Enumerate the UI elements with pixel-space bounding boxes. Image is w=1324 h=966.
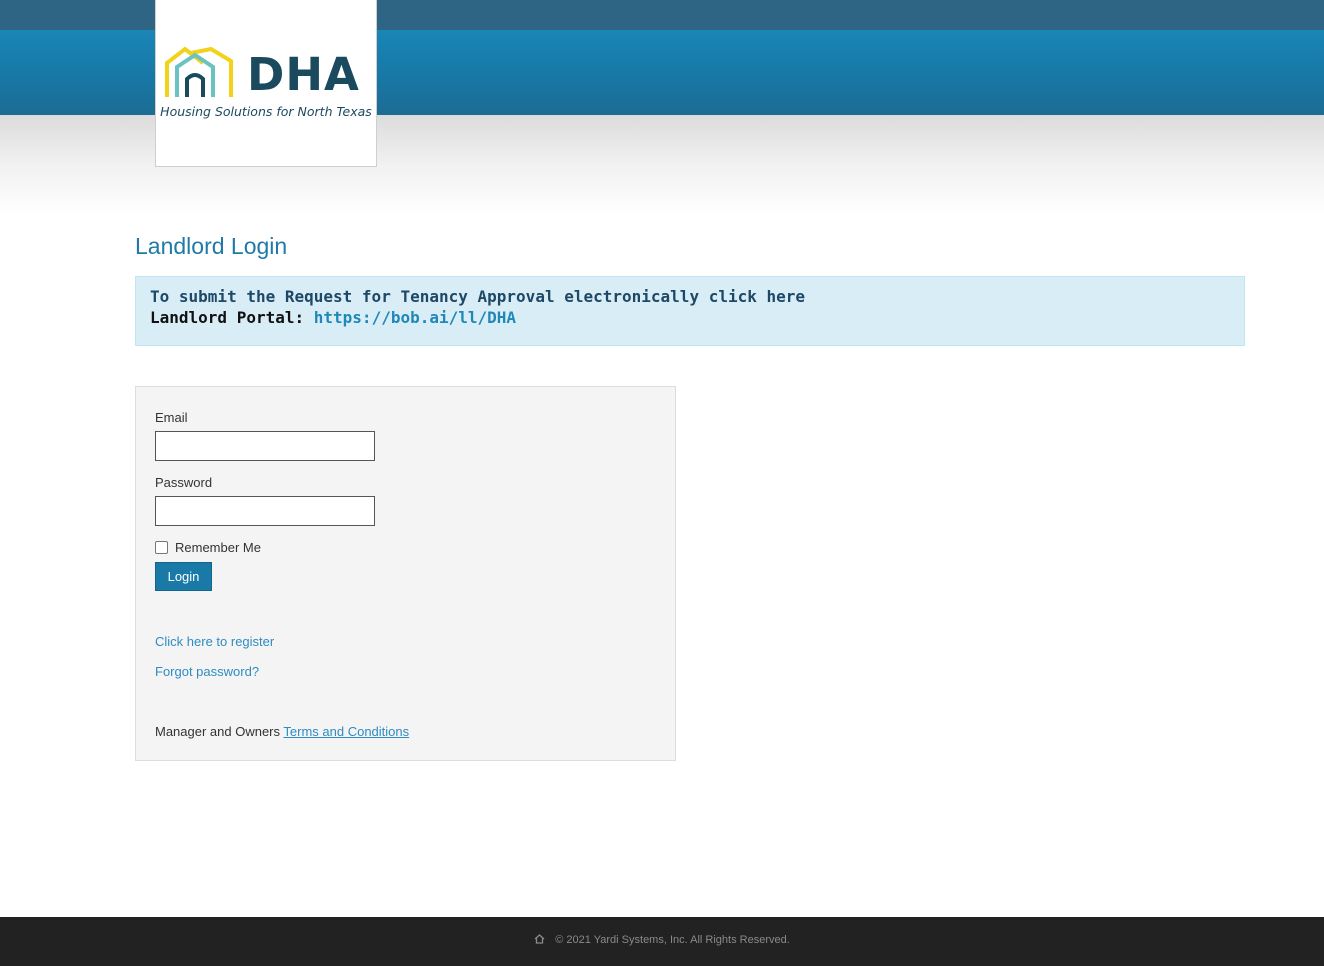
logo-wordmark: DHA [247,48,360,101]
portal-label: Landlord Portal: [150,308,305,327]
login-button[interactable]: Login [155,562,212,591]
email-input[interactable] [155,431,375,461]
remember-me-row[interactable]: Remember Me [155,539,261,555]
forgot-password-link[interactable]: Forgot password? [155,664,259,679]
footer-content: © 2021 Yardi Systems, Inc. All Rights Re… [0,934,1324,947]
logo-tagline: Housing Solutions for North Texas [160,104,372,119]
terms-link[interactable]: Terms and Conditions [283,724,409,739]
email-label: Email [155,410,188,425]
rfta-notice-text[interactable]: To submit the Request for Tenancy Approv… [150,286,1230,307]
terms-prefix: Manager and Owners [155,724,281,739]
portal-link[interactable]: https://bob.ai/ll/DHA [314,308,516,327]
register-link[interactable]: Click here to register [155,634,274,649]
info-notice: To submit the Request for Tenancy Approv… [135,276,1245,346]
copyright-text: © 2021 Yardi Systems, Inc. All Rights Re… [555,934,790,946]
remember-me-label[interactable]: Remember Me [175,540,261,555]
footer: © 2021 Yardi Systems, Inc. All Rights Re… [0,917,1324,966]
portal-line: Landlord Portal: https://bob.ai/ll/DHA [150,307,1230,328]
page-title: Landlord Login [135,233,288,259]
house-logo-icon [165,46,233,97]
password-input[interactable] [155,496,375,526]
login-panel: Email Password Remember Me Login Click h… [135,386,676,761]
dha-logo[interactable]: DHA Housing Solutions for North Texas [155,0,377,167]
password-label: Password [155,475,213,490]
terms-row: Manager and Owners Terms and Conditions [155,724,409,739]
remember-me-checkbox[interactable] [155,540,168,554]
home-icon [534,934,545,947]
